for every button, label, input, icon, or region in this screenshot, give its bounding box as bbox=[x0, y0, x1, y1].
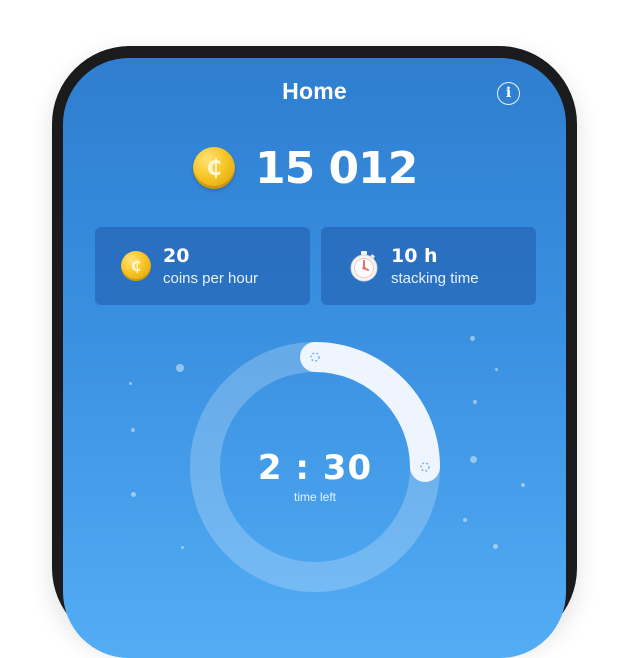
phone-frame: Home i ₵ 15 012 ₵ 20 coins per hour 10 h… bbox=[52, 46, 577, 658]
home-screen: Home i ₵ 15 012 ₵ 20 coins per hour 10 h… bbox=[63, 58, 566, 658]
timer-label: time left bbox=[293, 490, 336, 504]
timer-value: 2 : 30 bbox=[257, 448, 373, 488]
timer-readout: 2 : 30 time left bbox=[240, 448, 390, 504]
timer-ring bbox=[190, 342, 440, 592]
